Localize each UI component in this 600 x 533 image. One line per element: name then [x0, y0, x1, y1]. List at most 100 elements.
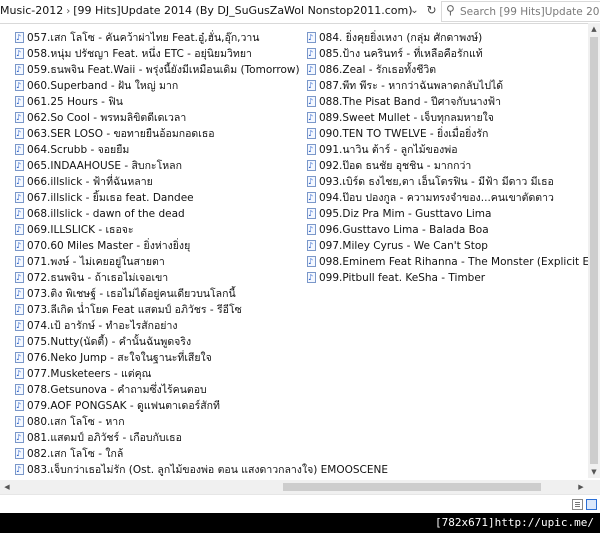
audio-file-icon: [307, 46, 316, 62]
file-item[interactable]: 099.Pitbull feat. KeSha - Timber: [307, 270, 587, 286]
file-item[interactable]: 092.ป๊อด ธนชัย อุชชิน - มากกว่า: [307, 158, 587, 174]
vertical-scrollbar[interactable]: ▲ ▼: [588, 23, 600, 478]
details-view-icon[interactable]: [572, 499, 583, 510]
watermark: [782x671]http://upic.me/: [435, 516, 594, 529]
file-item[interactable]: 061.25 Hours - ฟิน: [15, 94, 313, 110]
vertical-scroll-thumb[interactable]: [590, 37, 598, 464]
file-item[interactable]: 064.Scrubb - จอยยืม: [15, 142, 313, 158]
file-name: 084. ยิ่งคุยยิ่งเหงา (กลุ่ม ศักดาพงษ์): [319, 32, 483, 44]
audio-file-icon: [15, 110, 24, 126]
scroll-right-icon[interactable]: ▶: [574, 480, 588, 494]
file-name: 070.60 Miles Master - ยิ่งห่างยิ่งยุ: [27, 240, 191, 252]
file-item[interactable]: 090.TEN TO TWELVE - ยิ่งเมื่อยิ่งรัก: [307, 126, 587, 142]
audio-file-icon: [15, 254, 24, 270]
file-name: 086.Zeal - รักเธอทั้งชีวิต: [319, 64, 437, 76]
file-item[interactable]: 060.Superband - ฝัน ใหญ่ มาก: [15, 78, 313, 94]
file-item[interactable]: 091.นาวิน ต้าร์ - ลูกไม้ของพ่อ: [307, 142, 587, 158]
file-item[interactable]: 068.illslick - dawn of the dead: [15, 206, 313, 222]
file-item[interactable]: 074.เป้ อารักษ์ - ทำอะไรสักอย่าง: [15, 318, 313, 334]
file-name: 090.TEN TO TWELVE - ยิ่งเมื่อยิ่งรัก: [319, 128, 489, 140]
breadcrumb-separator-icon[interactable]: ›: [66, 6, 70, 17]
audio-file-icon: [307, 254, 316, 270]
file-item[interactable]: 070.60 Miles Master - ยิ่งห่างยิ่งยุ: [15, 238, 313, 254]
file-name: 089.Sweet Mullet - เจ็บทุกลมหายใจ: [319, 112, 494, 124]
file-item[interactable]: 078.Getsunova - คำถามซึ่งไร้คนตอบ: [15, 382, 313, 398]
file-item[interactable]: 066.illslick - ฟ้าที่ฉันหลาย: [15, 174, 313, 190]
address-bar[interactable]: Music-2012 › [99 Hits]Update 2014 (By DJ_S…: [0, 0, 600, 24]
audio-file-icon: [15, 238, 24, 254]
file-item[interactable]: 084. ยิ่งคุยยิ่งเหงา (กลุ่ม ศักดาพงษ์): [307, 30, 587, 46]
file-item[interactable]: 075.Nutty(นัดตี้) - คำนั้นฉันพูดจริง: [15, 334, 313, 350]
file-item[interactable]: 098.Eminem Feat Rihanna - The Monster (E…: [307, 254, 600, 270]
search-input[interactable]: [460, 2, 599, 21]
file-item[interactable]: 094.ป๊อบ ปองกูล - ความทรงจำของ...คนเขาตั…: [307, 190, 587, 206]
scroll-left-icon[interactable]: ◀: [0, 480, 14, 494]
file-item[interactable]: 095.Diz Pra Mim - Gusttavo Lima: [307, 206, 587, 222]
file-item[interactable]: 085.ป้าง นครินทร์ - ที่เหลือคือรักแท้: [307, 46, 587, 62]
file-item[interactable]: 093.เบิร์ด ธงไชย,ตา เอ็นโตรฟิน - มีฟ้า ม…: [307, 174, 587, 190]
breadcrumb-current[interactable]: [99 Hits]Update 2014 (By DJ_SuGusZaWol N…: [73, 4, 412, 17]
file-name: 093.เบิร์ด ธงไชย,ตา เอ็นโตรฟิน - มีฟ้า ม…: [319, 176, 554, 188]
file-item[interactable]: 069.ILLSLICK - เธอจะ: [15, 222, 313, 238]
file-name: 080.เสก โลโซ - หาก: [27, 416, 125, 428]
file-item[interactable]: 082.เสก โลโซ - ใกล้: [15, 446, 313, 462]
file-item[interactable]: 073.ติง พิเชษฐ์ - เธอไม่ได้อยู่คนเดียวบน…: [15, 286, 313, 302]
large-icons-view-icon[interactable]: [586, 499, 597, 510]
file-list[interactable]: 057.เสก โลโซ - คันคว้าผ่าไทย Feat.อู๋,ฮั…: [0, 23, 600, 478]
horizontal-scrollbar[interactable]: ◀ ▶: [0, 480, 588, 494]
file-item[interactable]: 063.SER LOSO - ขอทายยืนอ้อมกอดเธอ: [15, 126, 313, 142]
file-item[interactable]: 079.AOF PONGSAK - ดูแฟนตาเดอร์สักที: [15, 398, 313, 414]
audio-file-icon: [307, 142, 316, 158]
file-name: 064.Scrubb - จอยยืม: [27, 144, 130, 156]
audio-file-icon: [15, 334, 24, 350]
breadcrumb[interactable]: Music-2012 › [99 Hits]Update 2014 (By DJ_S…: [0, 4, 413, 17]
refresh-icon[interactable]: ↻: [423, 2, 440, 19]
audio-file-icon: [307, 30, 316, 46]
file-name: 096.Gusttavo Lima - Balada Boa: [319, 224, 489, 236]
file-item[interactable]: 058.หนุ่ม ปรัชญา Feat. หนึ่ง ETC - อยุ่น…: [15, 46, 313, 62]
file-item[interactable]: 072.ธนพจิน - ถ้าเธอไม่เจอเขา: [15, 270, 313, 286]
file-item[interactable]: 057.เสก โลโซ - คันคว้าผ่าไทย Feat.อู๋,ฮั…: [15, 30, 313, 46]
file-item[interactable]: 087.พีท พีระ - หากว่าฉันพลาดกลับไปได้: [307, 78, 587, 94]
file-item[interactable]: 089.Sweet Mullet - เจ็บทุกลมหายใจ: [307, 110, 587, 126]
horizontal-scroll-thumb[interactable]: [283, 483, 541, 491]
file-item[interactable]: 065.INDAAHOUSE - สิบกะโหลก: [15, 158, 313, 174]
search-box[interactable]: ⚲: [441, 1, 600, 22]
audio-file-icon: [15, 222, 24, 238]
file-item[interactable]: 062.So Cool - พรหมลิขิตดีเดเวลา: [15, 110, 313, 126]
file-item[interactable]: 077.Musketeers - แต่คุณ: [15, 366, 313, 382]
file-name: 060.Superband - ฝัน ใหญ่ มาก: [27, 80, 179, 92]
audio-file-icon: [307, 222, 316, 238]
file-item[interactable]: 073.ลีเกิด น่ำโยด Feat แสตมป์ อภิวัชร - …: [15, 302, 313, 318]
audio-file-icon: [307, 270, 316, 286]
address-dropdown-icon[interactable]: ⌄: [406, 2, 423, 19]
file-item[interactable]: 076.Neko Jump - สะใจในฐานะที่เสียใจ: [15, 350, 313, 366]
audio-file-icon: [15, 174, 24, 190]
file-name: 073.ติง พิเชษฐ์ - เธอไม่ได้อยู่คนเดียวบน…: [27, 288, 236, 300]
file-item[interactable]: 086.Zeal - รักเธอทั้งชีวิต: [307, 62, 587, 78]
file-item[interactable]: 080.เสก โลโซ - หาก: [15, 414, 313, 430]
file-column-2: 084. ยิ่งคุยยิ่งเหงา (กลุ่ม ศักดาพงษ์) 08…: [307, 30, 600, 286]
file-name: 069.ILLSLICK - เธอจะ: [27, 224, 134, 236]
file-item[interactable]: 097.Miley Cyrus - We Can't Stop: [307, 238, 587, 254]
scroll-up-icon[interactable]: ▲: [588, 23, 600, 35]
file-item[interactable]: 071.พงษ์ - ไม่เคยอยู่ในสายตา: [15, 254, 313, 270]
file-item[interactable]: 081.แสตมป์ อภิวัชร์ - เกือบกับเธอ: [15, 430, 313, 446]
audio-file-icon: [307, 174, 316, 190]
audio-file-icon: [307, 94, 316, 110]
scroll-down-icon[interactable]: ▼: [588, 466, 600, 478]
file-item[interactable]: 088.The Pisat Band - ปีศาจกับนางฟ้า: [307, 94, 587, 110]
audio-file-icon: [15, 190, 24, 206]
audio-file-icon: [15, 350, 24, 366]
file-item[interactable]: 059.ธนพจิน Feat.Waii - พรุ่งนี้ยังมีเหมื…: [15, 62, 313, 78]
audio-file-icon: [307, 158, 316, 174]
file-name: 072.ธนพจิน - ถ้าเธอไม่เจอเขา: [27, 272, 169, 284]
breadcrumb-parent[interactable]: Music-2012: [0, 4, 63, 17]
file-name: 076.Neko Jump - สะใจในฐานะที่เสียใจ: [27, 352, 212, 364]
file-item[interactable]: 096.Gusttavo Lima - Balada Boa: [307, 222, 587, 238]
file-name: 059.ธนพจิน Feat.Waii - พรุ่งนี้ยังมีเหมื…: [27, 64, 300, 76]
audio-file-icon: [15, 142, 24, 158]
file-name: 085.ป้าง นครินทร์ - ที่เหลือคือรักแท้: [319, 48, 483, 60]
file-item[interactable]: 083.เจ็บกว่าเธอไม่รัก (Ost. ลูกไม้ของพ่อ…: [15, 462, 388, 478]
file-item[interactable]: 067.illslick - ยิ้มเธอ feat. Dandee: [15, 190, 313, 206]
